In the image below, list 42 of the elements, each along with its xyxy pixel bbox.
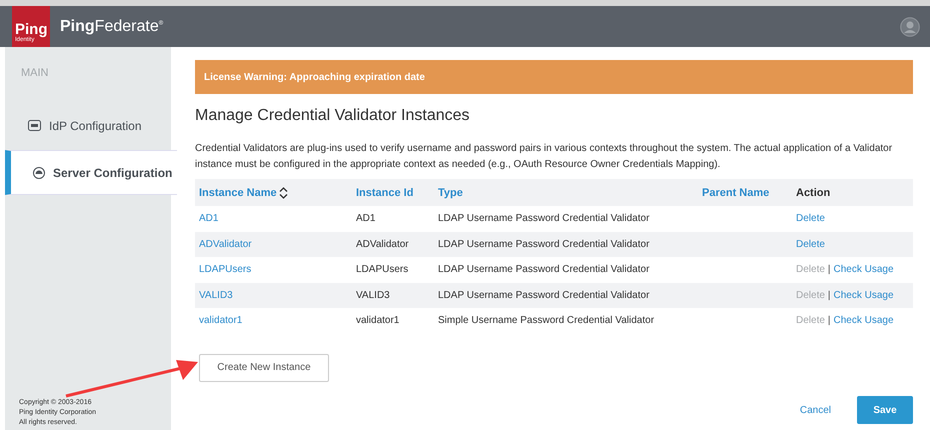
table-cell: VALID3 <box>356 290 390 301</box>
separator: | <box>828 264 831 276</box>
instance-link[interactable]: LDAPUsers <box>199 264 252 276</box>
action-link[interactable]: Check Usage <box>834 264 894 276</box>
table-cell: AD1 <box>356 213 376 224</box>
action-link[interactable]: Check Usage <box>834 290 894 301</box>
column-header: Action <box>796 186 830 198</box>
column-header[interactable]: Instance Id <box>356 186 414 198</box>
action-link[interactable]: Delete <box>796 213 825 224</box>
create-instance-button[interactable]: Create New Instance <box>199 354 329 382</box>
table-cell: LDAP Username Password Credential Validator <box>438 264 650 276</box>
sort-icon[interactable] <box>278 186 288 198</box>
nav-item[interactable]: Server Configuration <box>5 150 177 195</box>
save-button[interactable]: Save <box>857 396 913 424</box>
separator: | <box>828 315 831 326</box>
separator: | <box>828 290 831 301</box>
license-warning: License Warning: Approaching expiration date <box>195 60 913 94</box>
instance-link[interactable]: AD1 <box>199 213 218 224</box>
column-header[interactable]: Parent Name <box>702 186 770 198</box>
nav-item[interactable]: IdP Configuration <box>5 103 171 148</box>
instance-link[interactable]: ADValidator <box>199 238 252 250</box>
page-title: Manage Credential Validator Instances <box>195 107 471 125</box>
description: Credential Validators are plug-ins used to verify username and password pairs in various contexts throughout the system. The actual application of a Validator instance must be configured in the appropriate context as needed (e.g., OAuth Resource Owner Credentials Mapping). <box>195 142 894 172</box>
id-card-icon <box>28 120 41 131</box>
table-cell: LDAP Username Password Credential Validator <box>438 290 650 301</box>
instance-link[interactable]: validator1 <box>199 315 242 326</box>
column-header[interactable]: Type <box>438 186 463 198</box>
server-icon <box>33 166 45 178</box>
column-header[interactable]: Instance Name <box>199 186 277 198</box>
instance-link[interactable]: VALID3 <box>199 290 233 301</box>
user-avatar-icon[interactable] <box>900 16 920 36</box>
section-label: MAIN <box>21 67 50 79</box>
table-cell: validator1 <box>356 315 400 326</box>
action-link[interactable]: Check Usage <box>834 315 894 326</box>
table-cell: ADValidator <box>356 238 409 250</box>
product-name: PingFederate$^{®}$ <box>60 18 164 36</box>
table-cell: LDAPUsers <box>356 264 408 276</box>
table-cell: LDAP Username Password Credential Validator <box>438 213 650 224</box>
table-cell: LDAP Username Password Credential Validator <box>438 238 650 250</box>
cancel-link[interactable]: Cancel <box>800 404 831 416</box>
table-cell: Simple Username Password Credential Validator <box>438 315 654 326</box>
action-link[interactable]: Delete <box>796 238 825 250</box>
